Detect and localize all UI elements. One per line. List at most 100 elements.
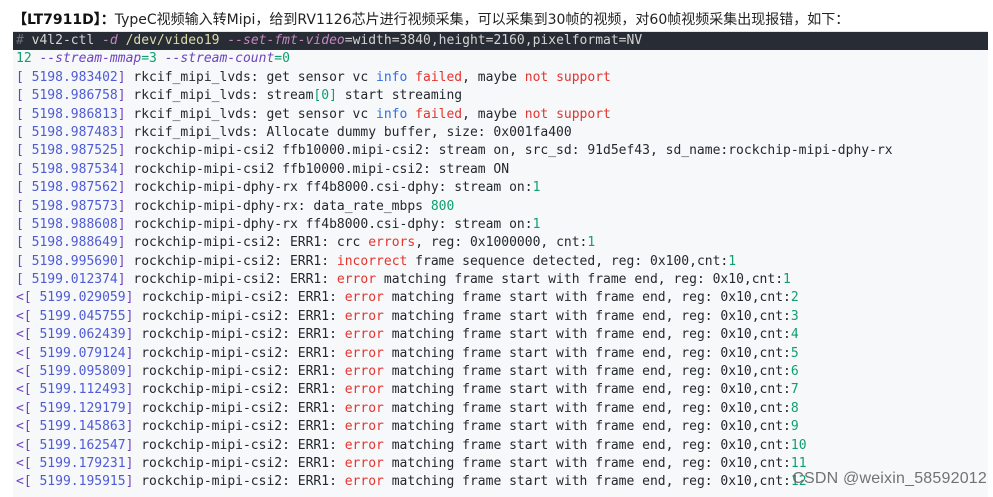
log-text: error	[344, 400, 384, 416]
log-text: error	[344, 419, 384, 435]
log-text: info	[376, 69, 408, 85]
log-prefix: [	[16, 198, 32, 214]
log-text: rockchip-mipi-csi2: ERR1:	[133, 382, 345, 398]
log-timestamp: 5199.079124	[39, 345, 126, 361]
log-prefix: <[	[16, 455, 40, 471]
log-timestamp: 5198.987534	[31, 161, 118, 177]
log-text: rockchip-mipi-csi2: ERR1:	[133, 345, 345, 361]
log-text: 8	[790, 400, 799, 416]
log-text: rockchip-mipi-csi2 ffb10000.mipi-csi2: s…	[125, 143, 893, 159]
flag-set-fmt: --set-fmt-video	[219, 33, 345, 48]
log-bracket: ]	[117, 253, 126, 269]
prompt: #	[16, 33, 32, 48]
log-line: [ 5198.987534] rockchip-mipi-csi2 ffb100…	[13, 161, 988, 179]
log-text: matching frame start with frame end, reg…	[383, 400, 791, 416]
log-text: matching frame start with frame end, reg…	[376, 272, 784, 288]
log-prefix: [	[16, 143, 32, 159]
log-text: matching frame start with frame end, reg…	[383, 308, 791, 324]
csdn-watermark: CSDN @weixin_58592012	[792, 470, 987, 487]
log-prefix: <[	[16, 345, 40, 361]
log-prefix: [	[16, 161, 32, 177]
log-text: error	[344, 382, 384, 398]
log-line: [ 5198.988649] rockchip-mipi-csi2: ERR1:…	[13, 234, 988, 252]
log-prefix: <[	[16, 437, 40, 453]
log-text: matching frame start with frame end, reg…	[383, 345, 791, 361]
log-line: <[ 5199.079124] rockchip-mipi-csi2: ERR1…	[13, 345, 988, 363]
cont-number: 12	[16, 51, 32, 67]
log-text: rockchip-mipi-csi2: ERR1: crc	[125, 235, 369, 251]
log-timestamp: 5198.983402	[31, 69, 118, 85]
log-text: 4	[790, 327, 799, 343]
log-text: rockchip-mipi-dphy-rx: data_rate_mbps	[125, 198, 431, 214]
log-bracket: ]	[117, 216, 126, 232]
log-text: rockchip-mipi-csi2: ERR1:	[133, 437, 345, 453]
command-continuation: 12 --stream-mmap=3 --stream-count=0	[13, 50, 988, 68]
log-text: 800	[430, 198, 455, 214]
log-line: <[ 5199.112493] rockchip-mipi-csi2: ERR1…	[13, 381, 988, 399]
log-bracket: ]	[117, 235, 126, 251]
log-bracket: ]	[117, 272, 126, 288]
log-prefix: <[	[16, 474, 40, 490]
log-prefix: [	[16, 180, 32, 196]
log-text: start streaming	[336, 88, 463, 104]
log-timestamp: 5198.986813	[31, 106, 118, 122]
command-line: # v4l2-ctl -d /dev/video19 --set-fmt-vid…	[13, 32, 988, 51]
log-text: error	[344, 437, 384, 453]
log-text: 11	[790, 455, 807, 471]
log-bracket: ]	[117, 161, 126, 177]
log-text: rkcif_mipi_lvds: get sensor vc	[125, 69, 377, 85]
log-text: rockchip-mipi-dphy-rx ff4b8000.csi-dphy:…	[125, 180, 533, 196]
log-timestamp: 5198.986758	[31, 88, 118, 104]
log-text: matching frame start with frame end, reg…	[383, 437, 791, 453]
log-text: 10	[790, 437, 807, 453]
log-text: 1	[728, 253, 737, 269]
log-timestamp: 5199.062439	[39, 327, 126, 343]
log-prefix: <[	[16, 308, 40, 324]
log-text: rockchip-mipi-csi2: ERR1:	[133, 364, 345, 380]
log-text: 6	[790, 364, 799, 380]
log-text: rkcif_mipi_lvds: Allocate dummy buffer, …	[125, 124, 572, 140]
log-text: 5	[790, 345, 799, 361]
log-prefix: [	[16, 216, 32, 232]
log-prefix: <[	[16, 364, 40, 380]
log-timestamp: 5198.987573	[31, 198, 118, 214]
log-text: rockchip-mipi-csi2: ERR1:	[125, 272, 337, 288]
log-text: , reg: 0x1000000, cnt:	[415, 235, 588, 251]
log-timestamp: 5198.987562	[31, 180, 118, 196]
log-line: <[ 5199.029059] rockchip-mipi-csi2: ERR1…	[13, 289, 988, 307]
log-text: support	[556, 69, 611, 85]
log-text: info	[376, 106, 408, 122]
log-prefix: [	[16, 235, 32, 251]
log-timestamp: 5198.995690	[31, 253, 118, 269]
caption-text: TypeC视频输入转Mipi，给到RV1126芯片进行视频采集，可以采集到30帧…	[114, 12, 850, 28]
stream-count-value: =0	[274, 51, 290, 67]
log-prefix: [	[16, 106, 32, 122]
log-text: 7	[790, 382, 799, 398]
log-bracket: ]	[117, 180, 126, 196]
log-timestamp: 5198.987483	[31, 124, 118, 140]
flag-stream-count: --stream-count	[156, 51, 275, 67]
post-caption: 【LT7911D】：TypeC视频输入转Mipi，给到RV1126芯片进行视频采…	[13, 9, 988, 31]
log-bracket: ]	[117, 69, 126, 85]
log-prefix: [	[16, 272, 32, 288]
log-text: not	[524, 106, 549, 122]
stream-mmap-value: =3	[141, 51, 157, 67]
log-prefix: [	[16, 88, 32, 104]
log-timestamp: 5198.988608	[31, 216, 118, 232]
log-prefix: [	[16, 124, 32, 140]
log-line: [ 5198.983402] rkcif_mipi_lvds: get sens…	[13, 69, 988, 87]
log-timestamp: 5198.987525	[31, 143, 118, 159]
code-block[interactable]: # v4l2-ctl -d /dev/video19 --set-fmt-vid…	[13, 31, 988, 497]
log-prefix: [	[16, 253, 32, 269]
log-line: <[ 5199.045755] rockchip-mipi-csi2: ERR1…	[13, 308, 988, 326]
log-text: error	[344, 327, 384, 343]
log-text: error	[344, 455, 384, 471]
log-text: 9	[790, 419, 799, 435]
log-line: <[ 5199.062439] rockchip-mipi-csi2: ERR1…	[13, 326, 988, 344]
log-text: error	[344, 364, 384, 380]
device-path: /dev/video19	[117, 33, 220, 48]
log-text: error	[344, 290, 384, 306]
fmt-args: =width=3840,height=2160,pixelformat=NV	[344, 33, 643, 48]
log-bracket: ]	[117, 88, 126, 104]
log-text: matching frame start with frame end, reg…	[383, 455, 791, 471]
